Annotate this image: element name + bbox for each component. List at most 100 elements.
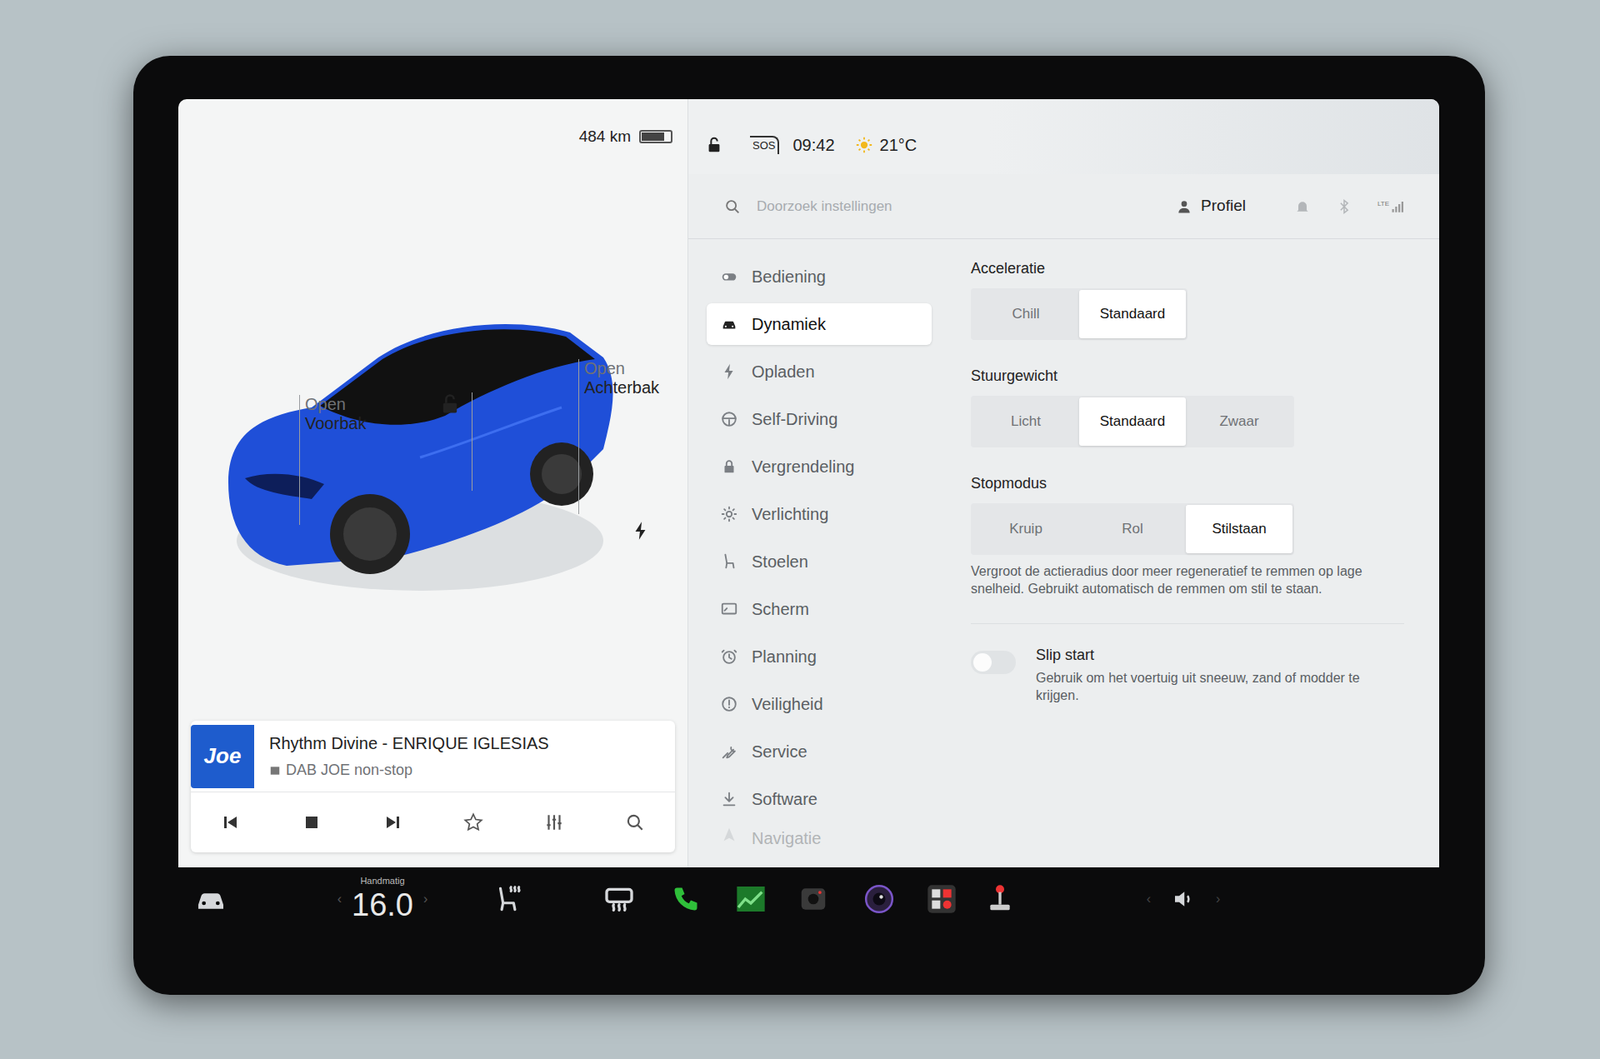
menu-item[interactable]: Stoelen (706, 540, 932, 583)
outside-temperature: 21°C (880, 132, 918, 158)
menu-item[interactable]: Planning (706, 635, 932, 678)
favorite-button[interactable] (432, 811, 514, 834)
settings-panel: SOS09:4221°CProfielLTEBedieningDynamiekO… (688, 99, 1440, 868)
toggle-icon (720, 267, 739, 286)
battery-fill (641, 132, 665, 141)
menu-item-label[interactable]: Software (751, 786, 818, 812)
car-button[interactable] (185, 882, 236, 916)
rear-trunk-label[interactable]: Achterbak (584, 378, 660, 398)
menu-item[interactable]: Bediening (706, 255, 932, 298)
bolt-icon (720, 362, 739, 381)
phone-button[interactable] (660, 884, 711, 915)
menu-item[interactable]: Service (706, 730, 932, 773)
settings-search[interactable] (756, 195, 1161, 218)
menu-item[interactable]: Veiligheid (706, 683, 932, 725)
steering-wheel-icon (720, 410, 739, 429)
segment-option[interactable]: Rol (1079, 505, 1186, 554)
sun-icon (855, 135, 874, 155)
menu-item[interactable]: Navigatie (706, 825, 932, 868)
front-trunk-label[interactable]: Voorbak (305, 414, 366, 434)
segmented-control: Chill Standaard (970, 288, 1188, 340)
search-icon (624, 811, 646, 834)
menu-item-label[interactable]: Opladen (751, 359, 815, 385)
dashcam-button[interactable] (854, 882, 905, 916)
menu-item-label[interactable]: Vergrendeling (751, 454, 855, 480)
apps-button[interactable] (916, 882, 967, 916)
slip-start-toggle[interactable] (970, 650, 1016, 675)
search-media-button[interactable] (594, 811, 675, 834)
next-button[interactable] (352, 812, 434, 833)
segment-label[interactable]: Kruip (1009, 518, 1043, 540)
track-title: Rhythm Divine - ENRIQUE IGLESIAS (269, 730, 550, 756)
range-readout: 484 km (579, 125, 631, 150)
phone-icon (670, 884, 701, 915)
menu-item-label[interactable]: Service (751, 739, 808, 765)
menu-item[interactable]: Vergrendeling (706, 445, 932, 488)
menu-item[interactable]: Verlichting (706, 493, 932, 535)
segment-label[interactable]: Standaard (1100, 410, 1165, 433)
segment-option[interactable]: Stilstaan (1185, 505, 1293, 554)
menu-item-label[interactable]: Self-Driving (751, 406, 838, 432)
menu-item[interactable]: Scherm (706, 588, 932, 630)
menu-item-label[interactable]: Planning (751, 644, 817, 670)
segment-label[interactable]: Standaard (1100, 303, 1165, 325)
menu-item-label[interactable]: Verlichting (751, 501, 829, 527)
setting-title: Stopmodus (970, 472, 1406, 495)
lock-status[interactable] (705, 135, 724, 155)
menu-item[interactable]: Software (706, 778, 932, 820)
clock-icon (720, 647, 739, 666)
joystick-button[interactable] (975, 882, 1025, 916)
front-trunk-action[interactable]: Open (305, 395, 366, 415)
segment-label[interactable]: Rol (1121, 518, 1144, 540)
stop-button[interactable] (271, 812, 353, 833)
charge-port[interactable] (630, 520, 652, 542)
segment-label[interactable]: Stilstaan (1211, 518, 1266, 540)
status-bar: SOS09:4221°C (688, 99, 1440, 175)
rear-defrost-icon (602, 882, 636, 916)
profile-label[interactable]: Profiel (1200, 194, 1246, 219)
camera-button[interactable] (788, 883, 839, 915)
sos-button[interactable]: SOS (750, 135, 780, 155)
seat-icon (720, 552, 739, 571)
setting-title: Acceleratie (970, 257, 1406, 280)
info-icon (720, 695, 739, 714)
segment-label[interactable]: Zwaar (1219, 410, 1259, 433)
car-view: OpenVoorbakOpenAchterbak (178, 165, 688, 721)
station-logo: Joe (190, 725, 255, 789)
climate-mode: Handmatig (360, 876, 405, 886)
menu-item-label[interactable]: Veiligheid (751, 691, 824, 717)
front-trunk-button[interactable]: OpenVoorbak (299, 395, 366, 525)
segment-label[interactable]: Licht (1010, 410, 1041, 433)
energy-button[interactable] (725, 882, 776, 916)
profile-button[interactable]: Profiel (1175, 194, 1246, 219)
segment-label[interactable]: Chill (1011, 303, 1040, 325)
download-icon (720, 790, 739, 809)
menu-item[interactable]: Dynamiek (706, 303, 932, 345)
segment-option[interactable]: Zwaar (1185, 397, 1293, 446)
rear-trunk-action[interactable]: Open (584, 359, 660, 379)
segment-option[interactable]: Chill (972, 290, 1080, 339)
menu-item-label[interactable]: Navigatie (751, 825, 821, 851)
seat-heater-button[interactable] (483, 883, 534, 915)
previous-button[interactable] (190, 812, 272, 833)
menu-item[interactable]: Opladen (706, 350, 932, 393)
rear-trunk-button[interactable]: OpenAchterbak (578, 359, 660, 515)
equalizer-button[interactable] (513, 811, 595, 834)
segment-option[interactable]: Standaard (1079, 290, 1186, 339)
climate-control[interactable]: ‹Handmatig16.0› (324, 876, 441, 921)
volume-control[interactable]: ‹› (1133, 886, 1234, 912)
segment-option[interactable]: Licht (972, 397, 1080, 446)
defrost-button[interactable] (594, 882, 645, 916)
segment-option[interactable]: Standaard (1079, 397, 1186, 446)
segment-option[interactable]: Kruip (972, 505, 1080, 554)
media-player: JoeRhythm Divine - ENRIQUE IGLESIASDAB J… (190, 720, 675, 853)
menu-item-label[interactable]: Dynamiek (751, 311, 826, 337)
lock-icon (720, 457, 739, 476)
slip-start-description: Gebruik om het voertuig uit sneeuw, zand… (1035, 670, 1405, 705)
menu-item-label[interactable]: Scherm (751, 596, 810, 622)
car-lock-button[interactable] (438, 392, 473, 491)
menu-item-label[interactable]: Bediening (751, 264, 826, 290)
cabin-temperature[interactable]: 16.0 (351, 889, 414, 921)
menu-item-label[interactable]: Stoelen (751, 549, 809, 575)
menu-item[interactable]: Self-Driving (706, 398, 932, 440)
